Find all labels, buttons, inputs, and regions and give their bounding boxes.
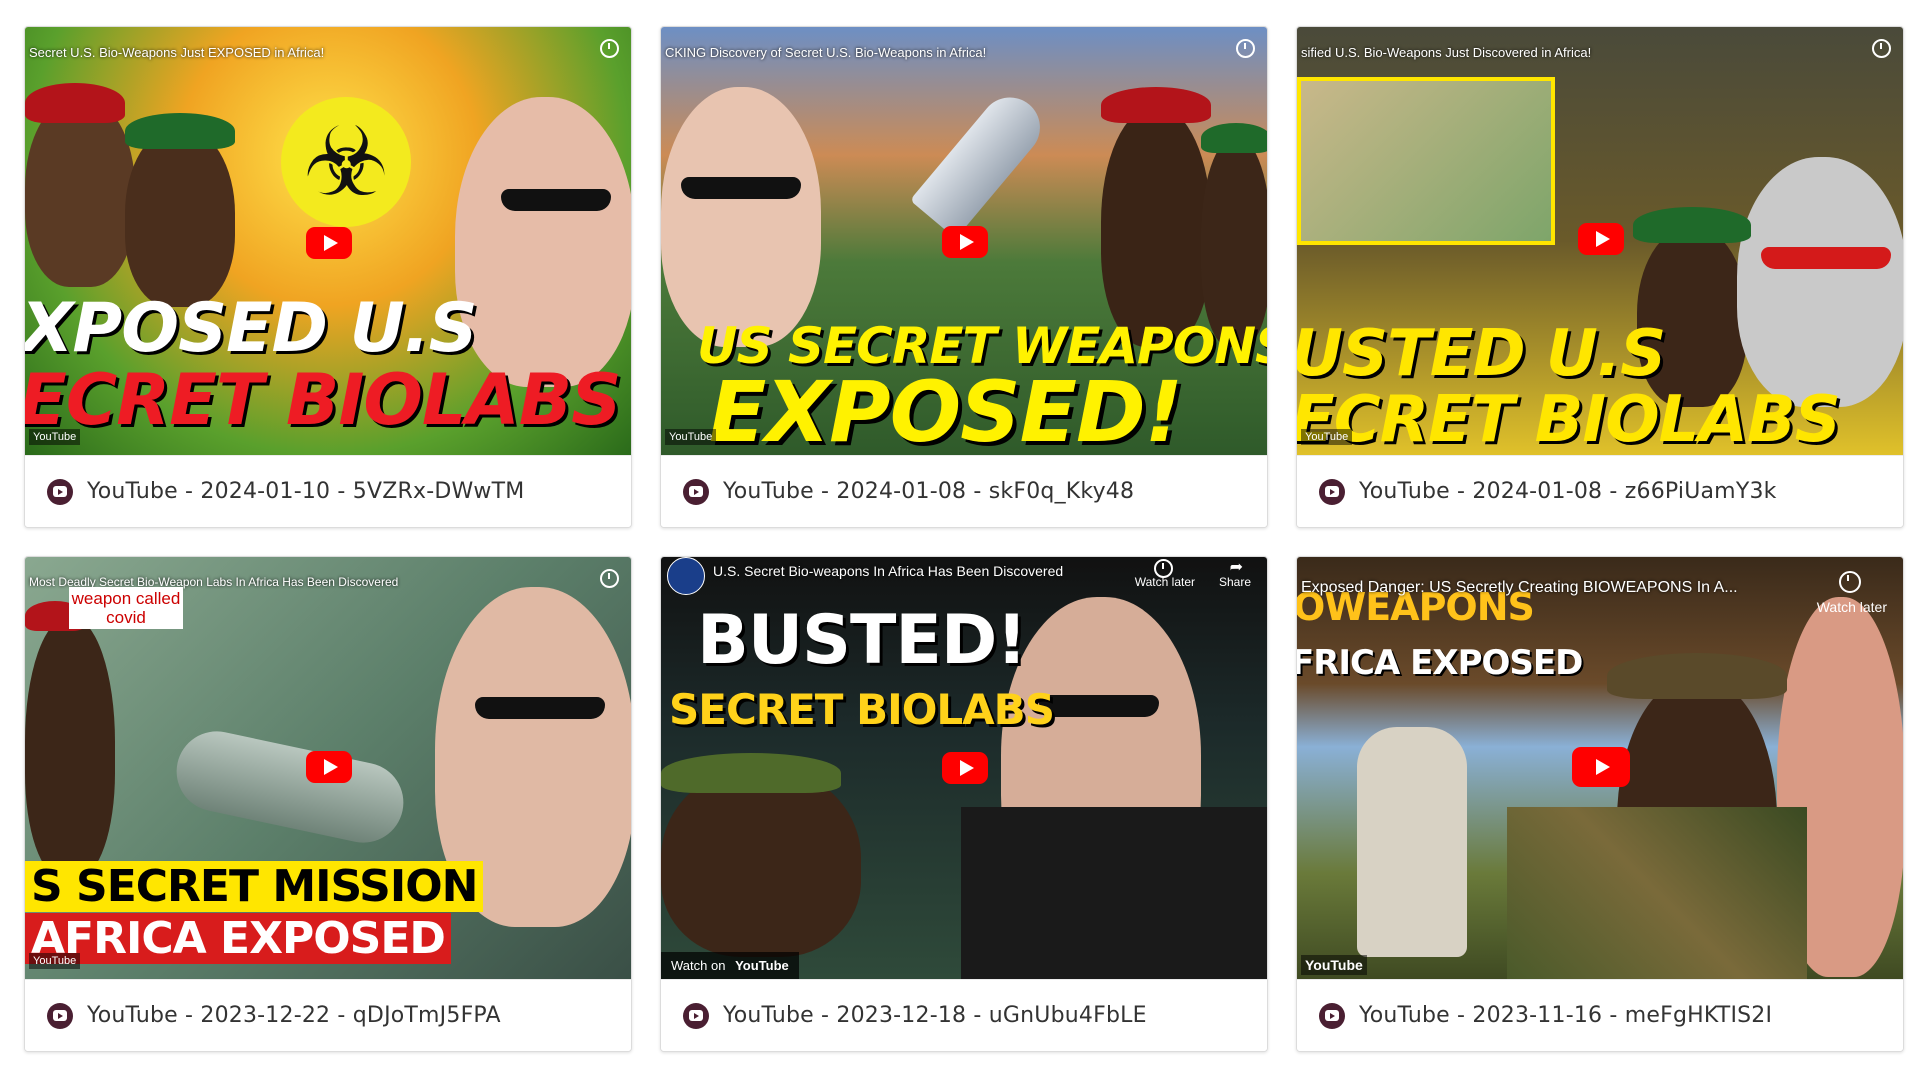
share-icon[interactable]: ➦ [1230, 557, 1243, 576]
results-grid: Secret U.S. Bio-Weapons Just EXPOSED in … [24, 26, 1904, 1052]
play-button[interactable] [306, 751, 352, 783]
person-center [125, 127, 235, 307]
video-title: CKING Discovery of Secret U.S. Bio-Weapo… [665, 45, 987, 60]
watch-later-icon[interactable] [600, 39, 619, 58]
bomb-graphic [169, 723, 411, 851]
watch-on-youtube[interactable]: Watch on YouTube [661, 952, 799, 979]
thumbnail-headline-2: FRICA EXPOSED [1297, 643, 1583, 683]
video-thumbnail[interactable]: Secret U.S. Bio-Weapons Just EXPOSED in … [25, 27, 631, 455]
video-thumbnail[interactable]: sified U.S. Bio-Weapons Just Discovered … [1297, 27, 1903, 455]
green-beret [1633, 207, 1751, 243]
watch-later-icon[interactable] [1872, 39, 1891, 58]
person-right [1201, 137, 1267, 347]
youtube-logo: YouTube [1301, 955, 1367, 975]
youtube-source-icon [683, 1002, 709, 1029]
card-caption: YouTube - 2024-01-08 - skF0q_Kky48 [661, 455, 1267, 527]
video-thumbnail[interactable]: U.S. Secret Bio-weapons In Africa Has Be… [661, 557, 1267, 979]
thumbnail-headline-2: EXPOSED! [709, 363, 1183, 455]
video-card[interactable]: Secret U.S. Bio-Weapons Just EXPOSED in … [24, 26, 632, 528]
card-caption: YouTube - 2023-11-16 - meFgHKTIS2I [1297, 979, 1903, 1051]
video-card[interactable]: CKING Discovery of Secret U.S. Bio-Weapo… [660, 26, 1268, 528]
youtube-source-icon [47, 478, 73, 505]
watch-on-label: Watch on [671, 958, 726, 973]
watch-later-label[interactable]: Watch later [1817, 599, 1887, 615]
youtube-source-icon [1319, 478, 1345, 505]
watch-later-icon[interactable] [1236, 39, 1255, 58]
caption-text: YouTube - 2024-01-08 - z66PiUamY3k [1359, 479, 1777, 504]
video-thumbnail[interactable]: Most Deadly Secret Bio-Weapon Labs In Af… [25, 557, 631, 979]
person-right [1737, 157, 1903, 407]
video-card[interactable]: Exposed Danger: US Secretly Creating BIO… [1296, 556, 1904, 1052]
play-button[interactable] [1572, 747, 1630, 787]
red-beret [25, 83, 125, 123]
video-title: Secret U.S. Bio-Weapons Just EXPOSED in … [29, 45, 325, 60]
camo-uniform [1507, 807, 1807, 979]
play-button[interactable] [306, 227, 352, 259]
video-card[interactable]: Most Deadly Secret Bio-Weapon Labs In Af… [24, 556, 632, 1052]
thumbnail-headline-2: SECRET BIOLABS [669, 685, 1055, 734]
caption-text: YouTube - 2024-01-08 - skF0q_Kky48 [723, 479, 1135, 504]
green-beret [1201, 123, 1267, 153]
thumbnail-headline-2: ECRET BIOLABS [1297, 383, 1841, 455]
caption-text: YouTube - 2023-12-22 - qDJoTmJ5FPA [87, 1003, 501, 1028]
person-right [455, 97, 631, 387]
red-beret [1101, 87, 1211, 123]
watch-later-label[interactable]: Watch later [1135, 575, 1195, 589]
video-title: U.S. Secret Bio-weapons In Africa Has Be… [713, 563, 1064, 579]
missile-graphic [909, 85, 1053, 239]
sunglasses [1039, 695, 1159, 717]
play-button[interactable] [1578, 223, 1624, 255]
card-caption: YouTube - 2024-01-10 - 5VZRx-DWwTM [25, 455, 631, 527]
sunglasses [681, 177, 801, 199]
caption-text: YouTube - 2024-01-10 - 5VZRx-DWwTM [87, 479, 525, 504]
youtube-logo: YouTube [29, 429, 81, 445]
video-card[interactable]: U.S. Secret Bio-weapons In Africa Has Be… [660, 556, 1268, 1052]
green-cap [661, 753, 841, 793]
youtube-source-icon [1319, 1002, 1345, 1029]
caption-text: YouTube - 2023-11-16 - meFgHKTIS2I [1359, 1003, 1773, 1028]
person-center [1101, 107, 1211, 347]
video-title: Exposed Danger: US Secretly Creating BIO… [1301, 579, 1738, 596]
person-left [25, 617, 115, 877]
youtube-source-icon [683, 478, 709, 505]
cap [1607, 653, 1787, 699]
watch-later-icon[interactable] [1839, 571, 1861, 593]
hazmat-figure [1357, 727, 1467, 957]
person-left [25, 97, 135, 287]
video-title: sified U.S. Bio-Weapons Just Discovered … [1301, 45, 1592, 60]
overlay-text: weapon called covid [69, 587, 183, 629]
youtube-logo: YouTube [29, 953, 81, 969]
thumbnail-headline-1: XPOSED U.S [25, 289, 478, 368]
card-caption: YouTube - 2024-01-08 - z66PiUamY3k [1297, 455, 1903, 527]
youtube-source-icon [47, 1002, 73, 1029]
youtube-logo: YouTube [665, 429, 717, 445]
play-button[interactable] [942, 752, 988, 784]
channel-avatar [667, 557, 705, 595]
biohazard-icon: ☣ [281, 97, 411, 227]
thumbnail-headline-2: ECRET BIOLABS [25, 359, 621, 441]
youtube-logo: YouTube [1301, 429, 1353, 445]
youtube-logo: YouTube [735, 958, 789, 973]
sunglasses [501, 189, 611, 211]
card-caption: YouTube - 2023-12-22 - qDJoTmJ5FPA [25, 979, 631, 1051]
thumbnail-headline-1: USTED U.S [1297, 317, 1666, 391]
thumbnail-headline-1: BUSTED! [697, 601, 1027, 680]
green-beret [125, 113, 235, 149]
thumbnail-headline-2: AFRICA EXPOSED [25, 913, 451, 964]
red-sunglasses [1761, 247, 1891, 269]
video-card[interactable]: sified U.S. Bio-Weapons Just Discovered … [1296, 26, 1904, 528]
video-thumbnail[interactable]: Exposed Danger: US Secretly Creating BIO… [1297, 557, 1903, 979]
sunglasses [475, 697, 605, 719]
person-left [661, 87, 821, 347]
video-thumbnail[interactable]: CKING Discovery of Secret U.S. Bio-Weapo… [661, 27, 1267, 455]
caption-text: YouTube - 2023-12-18 - uGnUbu4FbLE [723, 1003, 1147, 1028]
watch-later-icon[interactable] [600, 569, 619, 588]
thumbnail-headline-1: S SECRET MISSION [25, 861, 484, 912]
share-label[interactable]: Share [1219, 575, 1251, 589]
person-left [661, 767, 861, 957]
africa-map [1297, 77, 1555, 245]
card-caption: YouTube - 2023-12-18 - uGnUbu4FbLE [661, 979, 1267, 1051]
play-button[interactable] [942, 226, 988, 258]
suit [961, 807, 1267, 979]
